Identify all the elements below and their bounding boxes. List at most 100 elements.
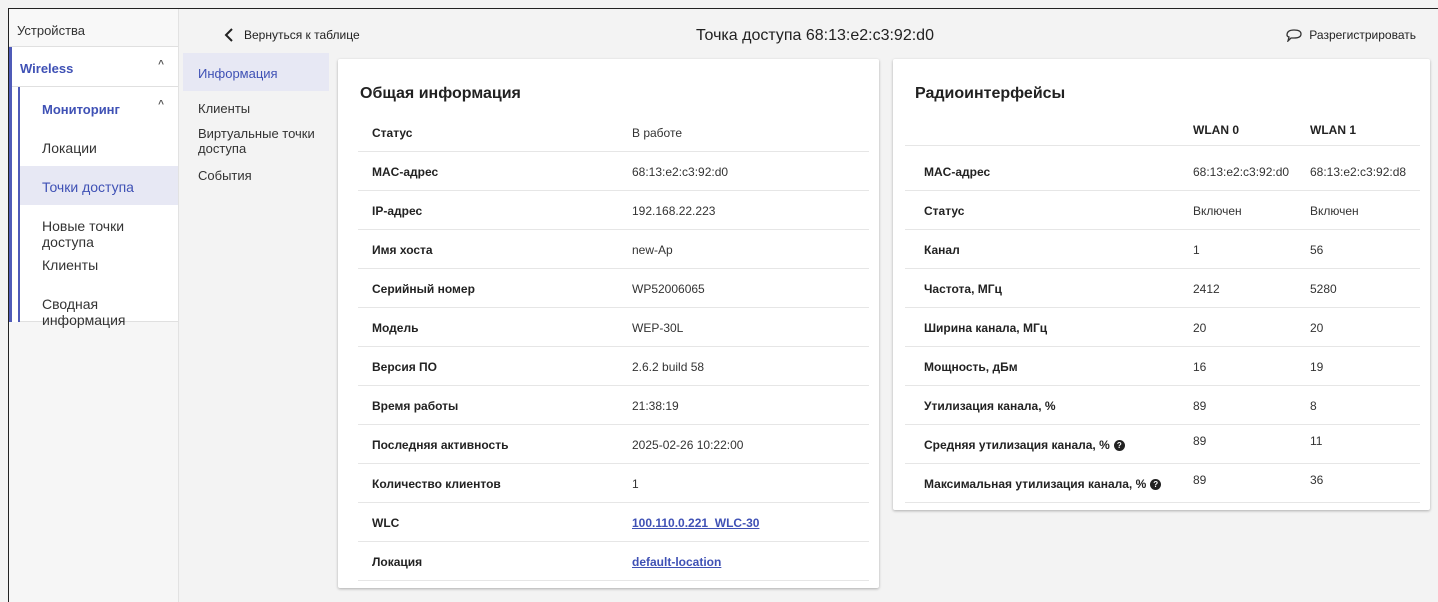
sidebar-item-label: Wireless <box>20 61 74 76</box>
sidebar-item-devices[interactable]: Устройства <box>9 9 178 47</box>
radio-interfaces-card: Радиоинтерфейсы WLAN 0 WLAN 1 MAC-адрес … <box>893 59 1430 510</box>
radio-row-avg-utilization: Средняя утилизация канала, % ? 89 11 <box>905 425 1420 464</box>
sidebar-item-monitoring[interactable]: Мониторинг ^ <box>20 87 178 127</box>
radio-header-row: WLAN 0 WLAN 1 <box>905 107 1420 146</box>
radio-key: Утилизация канала, % <box>924 399 1056 413</box>
info-key: Локация <box>372 555 423 569</box>
info-row-serial: Серийный номер WP52006065 <box>358 269 869 308</box>
tab-events[interactable]: События <box>183 168 329 192</box>
tab-virtual-access-points[interactable]: Виртуальные точки доступа <box>183 119 329 168</box>
radio-value-wlan1: Включен <box>1310 204 1359 218</box>
radio-value-wlan0: 1 <box>1193 243 1200 257</box>
radio-key: Мощность, дБм <box>924 360 1018 374</box>
page-title: Точка доступа 68:13:e2:c3:92:d0 <box>696 27 934 44</box>
column-header-wlan0: WLAN 0 <box>1193 123 1239 137</box>
location-link[interactable]: default-location <box>632 555 721 569</box>
chevron-up-icon: ^ <box>158 59 164 70</box>
info-key: Последняя активность <box>372 438 509 452</box>
radio-key: Ширина канала, МГц <box>924 321 1048 335</box>
sidebar-group-wireless: Wireless ^ Мониторинг ^ Локации Точки до… <box>9 47 178 328</box>
sidebar-item-label: Мониторинг <box>42 102 120 117</box>
info-value: 2025-02-26 10:22:00 <box>632 438 744 452</box>
info-row-wlc: WLC 100.110.0.221_WLC-30 <box>358 503 869 542</box>
radio-row-bandwidth: Ширина канала, МГц 20 20 <box>905 308 1420 347</box>
help-icon[interactable]: ? <box>1150 478 1162 490</box>
radio-value-wlan1: 36 <box>1310 473 1324 487</box>
info-value: 2.6.2 build 58 <box>632 360 705 374</box>
card-title: Радиоинтерфейсы <box>915 85 1066 102</box>
info-key: Серийный номер <box>372 282 475 296</box>
tab-label: События <box>198 168 252 183</box>
radio-value-wlan1: 11 <box>1310 434 1323 448</box>
info-value: 21:38:19 <box>632 399 679 413</box>
info-row-status: Статус В работе <box>358 113 869 152</box>
radio-row-channel: Канал 1 56 <box>905 230 1420 269</box>
radio-key-label: Максимальная утилизация канала, % <box>924 477 1147 491</box>
card-title: Общая информация <box>360 85 521 102</box>
info-row-model: Модель WEP-30L <box>358 308 869 347</box>
radio-value-wlan1: 68:13:e2:c3:92:d8 <box>1310 165 1407 179</box>
help-icon[interactable]: ? <box>1113 439 1125 451</box>
chevron-up-icon: ^ <box>158 99 164 110</box>
info-row-last-activity: Последняя активность 2025-02-26 10:22:00 <box>358 425 869 464</box>
radio-key-with-help: Максимальная утилизация канала, % ? <box>924 477 1162 491</box>
radio-value-wlan1: 20 <box>1310 321 1324 335</box>
detail-submenu: Информация Клиенты Виртуальные точки дос… <box>183 53 329 192</box>
radio-row-frequency: Частота, МГц 2412 5280 <box>905 269 1420 308</box>
info-row-uptime: Время работы 21:38:19 <box>358 386 869 425</box>
radio-value-wlan0: 16 <box>1193 360 1207 374</box>
info-key: Время работы <box>372 399 459 413</box>
info-value: WEP-30L <box>632 321 684 335</box>
radio-value-wlan0: Включен <box>1193 204 1242 218</box>
sidebar-item-access-points[interactable]: Точки доступа <box>20 166 178 205</box>
info-key: Модель <box>372 321 419 335</box>
tab-clients[interactable]: Клиенты <box>183 91 329 119</box>
radio-value-wlan0: 68:13:e2:c3:92:d0 <box>1193 165 1290 179</box>
sidebar-item-label: Сводная информация <box>42 296 126 328</box>
tab-info[interactable]: Информация <box>183 53 329 91</box>
radio-value-wlan1: 56 <box>1310 243 1324 257</box>
unregister-label: Разрегистрировать <box>1309 28 1416 42</box>
radio-value-wlan1: 5280 <box>1310 282 1337 296</box>
tab-label: Виртуальные точки доступа <box>198 126 315 156</box>
back-to-table-button[interactable]: Вернуться к таблице <box>224 28 360 42</box>
sidebar: Устройства Wireless ^ Мониторинг ^ Локац… <box>9 9 179 602</box>
sidebar-item-wireless[interactable]: Wireless ^ <box>12 47 178 87</box>
column-header-wlan1: WLAN 1 <box>1310 123 1356 137</box>
radio-row-power: Мощность, дБм 16 19 <box>905 347 1420 386</box>
radio-value-wlan0: 20 <box>1193 321 1207 335</box>
page-header: Вернуться к таблице Точка доступа 68:13:… <box>180 9 1438 59</box>
radio-row-utilization: Утилизация канала, % 89 8 <box>905 386 1420 425</box>
radio-key: Канал <box>924 243 960 257</box>
general-info-card: Общая информация Статус В работе MAC-адр… <box>338 59 879 588</box>
radio-key-label: Средняя утилизация канала, % <box>924 438 1110 452</box>
info-row-firmware: Версия ПО 2.6.2 build 58 <box>358 347 869 386</box>
sidebar-item-new-access-points[interactable]: Новые точки доступа <box>20 205 178 250</box>
info-value: 68:13:e2:c3:92:d0 <box>632 165 729 179</box>
tab-label: Информация <box>198 66 278 81</box>
radio-row-max-utilization: Максимальная утилизация канала, % ? 89 3… <box>905 464 1420 503</box>
unregister-button[interactable]: Разрегистрировать <box>1285 28 1416 42</box>
sidebar-item-label: Локации <box>42 140 97 156</box>
radio-value-wlan0: 89 <box>1193 434 1207 448</box>
back-label: Вернуться к таблице <box>244 28 360 42</box>
radio-value-wlan0: 2412 <box>1193 282 1220 296</box>
sidebar-subgroup-monitoring: Мониторинг ^ Локации Точки доступа Новые… <box>18 87 178 328</box>
chevron-left-icon <box>224 28 233 42</box>
sidebar-item-label: Клиенты <box>42 257 99 273</box>
info-row-location: Локация default-location <box>358 542 869 581</box>
info-row-mac: MAC-адрес 68:13:e2:c3:92:d0 <box>358 152 869 191</box>
info-key: IP-адрес <box>372 204 423 218</box>
sidebar-item-summary[interactable]: Сводная информация <box>20 283 178 328</box>
sidebar-item-label: Устройства <box>17 23 86 38</box>
radio-value-wlan1: 8 <box>1310 399 1317 413</box>
sidebar-item-label: Точки доступа <box>42 179 134 195</box>
radio-key: MAC-адрес <box>924 165 991 179</box>
sidebar-item-locations[interactable]: Локации <box>20 127 178 166</box>
info-key: WLC <box>372 516 400 530</box>
info-row-clients-count: Количество клиентов 1 <box>358 464 869 503</box>
radio-value-wlan0: 89 <box>1193 473 1207 487</box>
radio-key: Частота, МГц <box>924 282 1002 296</box>
wlc-link[interactable]: 100.110.0.221_WLC-30 <box>632 516 759 530</box>
info-key: Количество клиентов <box>372 477 501 491</box>
